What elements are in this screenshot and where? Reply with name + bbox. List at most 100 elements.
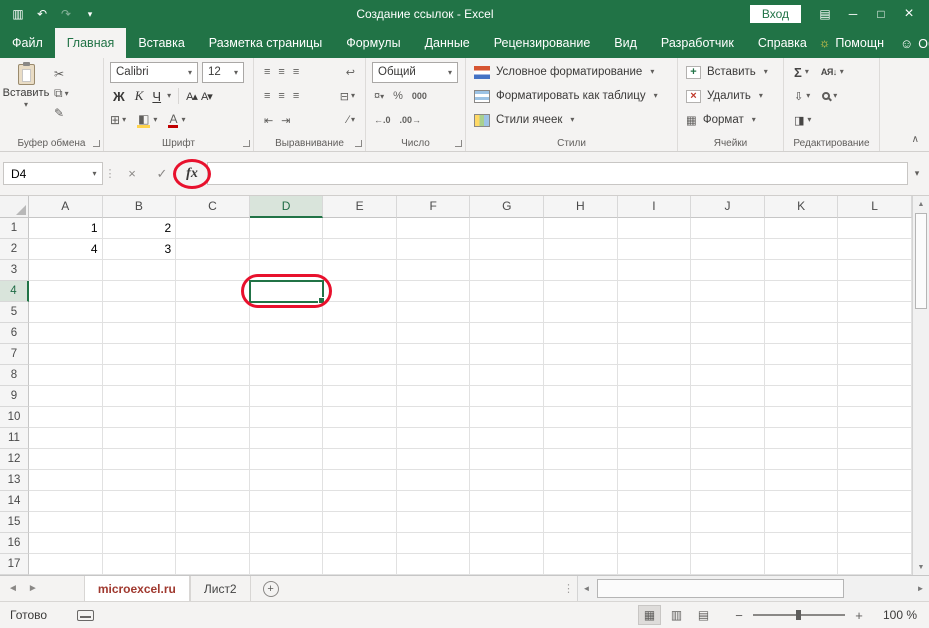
cell-E4[interactable] (323, 281, 397, 302)
row-header-2[interactable]: 2 (0, 239, 29, 260)
dialog-launcher-icon[interactable] (243, 140, 250, 147)
increase-decimal-button[interactable]: ←.0 (374, 115, 391, 125)
cell-I2[interactable] (617, 239, 692, 260)
row-header-12[interactable]: 12 (0, 449, 29, 470)
cell-F7[interactable] (396, 344, 471, 365)
cell-C3[interactable] (176, 260, 250, 281)
align-middle-icon[interactable]: ≡ (278, 66, 284, 78)
align-center-icon[interactable]: ≡ (278, 90, 284, 102)
cell-G11[interactable] (470, 428, 545, 449)
cell-F3[interactable] (396, 260, 471, 281)
column-header-B[interactable]: B (102, 196, 177, 218)
cell-G17[interactable] (470, 554, 545, 575)
fill-color-button[interactable]: ◧ ▾ (136, 113, 157, 128)
cell-E3[interactable] (323, 260, 397, 281)
minimize-button[interactable]: ─ (839, 2, 867, 26)
cell-B1[interactable]: 2 (102, 218, 177, 239)
sheet-tab-лист2[interactable]: Лист2 (189, 576, 251, 601)
cell-H4[interactable] (544, 281, 618, 302)
zoom-slider-thumb[interactable] (796, 610, 802, 620)
cell-F4[interactable] (396, 281, 471, 302)
sheet-grid[interactable]: ABCDEFGHIJKL 1 1 2 2 4 3 3 4 5 6 7 8 9 10 11 12 13 14 15 16… (0, 196, 912, 575)
column-header-F[interactable]: F (396, 196, 471, 218)
conditional-formatting-button[interactable]: Условное форматирование ▾ (468, 60, 675, 84)
cell-G7[interactable] (470, 344, 545, 365)
increase-indent-icon[interactable]: ⇥ (281, 114, 290, 127)
cell-G9[interactable] (470, 386, 545, 407)
horizontal-scrollbar[interactable]: ◄ ► (577, 576, 929, 601)
scroll-left-icon[interactable]: ◄ (578, 584, 595, 593)
cell-G14[interactable] (470, 491, 545, 512)
borders-button[interactable]: ⊞ ▾ (110, 113, 126, 127)
view-page-layout-button[interactable]: ▥ (665, 605, 688, 625)
row-header-4[interactable]: 4 (0, 281, 29, 302)
cell-J2[interactable] (691, 239, 765, 260)
cell-B2[interactable]: 3 (102, 239, 177, 260)
cell-D14[interactable] (249, 491, 324, 512)
copy-button[interactable]: ⧉ ▾ (54, 86, 69, 101)
font-color-button[interactable]: А ▾ (167, 113, 185, 128)
column-header-I[interactable]: I (617, 196, 692, 218)
view-page-break-button[interactable]: ▤ (692, 605, 715, 625)
cell-F17[interactable] (396, 554, 471, 575)
align-top-icon[interactable]: ≡ (264, 66, 270, 78)
orientation-button[interactable]: ∕ ▾ (347, 114, 355, 126)
cell-I7[interactable] (617, 344, 692, 365)
sign-in-button[interactable]: Вход (749, 5, 801, 23)
cell-F16[interactable] (396, 533, 471, 554)
sort-filter-button[interactable]: АЯ↓ ▾ (821, 67, 844, 77)
align-bottom-icon[interactable]: ≡ (293, 66, 299, 78)
cell-C13[interactable] (176, 470, 250, 491)
cell-L17[interactable] (838, 554, 912, 575)
column-header-E[interactable]: E (323, 196, 397, 218)
cell-J17[interactable] (691, 554, 765, 575)
cell-E5[interactable] (323, 302, 397, 323)
insert-cells-button[interactable]: + Вставить ▾ (680, 60, 781, 84)
cell-A15[interactable] (29, 512, 103, 533)
cell-H8[interactable] (544, 365, 618, 386)
cell-F5[interactable] (396, 302, 471, 323)
cell-F1[interactable] (396, 218, 471, 239)
scroll-right-icon[interactable]: ► (912, 584, 929, 593)
zoom-in-button[interactable]: + (853, 608, 865, 623)
cell-H16[interactable] (544, 533, 618, 554)
cell-B14[interactable] (102, 491, 177, 512)
new-sheet-button[interactable]: + (251, 576, 291, 601)
cancel-button[interactable]: × (117, 162, 147, 186)
cell-K6[interactable] (764, 323, 839, 344)
cell-B11[interactable] (102, 428, 177, 449)
cell-L13[interactable] (838, 470, 912, 491)
cell-K16[interactable] (764, 533, 839, 554)
cell-E11[interactable] (323, 428, 397, 449)
cell-I4[interactable] (617, 281, 692, 302)
decrease-decimal-button[interactable]: .00→ (400, 115, 422, 125)
row-header-7[interactable]: 7 (0, 344, 29, 365)
tab-review[interactable]: Рецензирование (482, 28, 603, 58)
cell-J14[interactable] (691, 491, 765, 512)
cell-K10[interactable] (764, 407, 839, 428)
column-header-J[interactable]: J (691, 196, 765, 218)
cell-A12[interactable] (29, 449, 103, 470)
cell-F11[interactable] (396, 428, 471, 449)
cell-E10[interactable] (323, 407, 397, 428)
cell-C12[interactable] (176, 449, 250, 470)
cell-B10[interactable] (102, 407, 177, 428)
cell-D12[interactable] (249, 449, 324, 470)
row-header-5[interactable]: 5 (0, 302, 29, 323)
select-all-corner[interactable] (0, 196, 29, 218)
assistant-button[interactable]: ☼ Помощн (819, 36, 884, 50)
cell-B12[interactable] (102, 449, 177, 470)
cell-A14[interactable] (29, 491, 103, 512)
scroll-up-icon[interactable]: ▲ (913, 196, 929, 212)
cell-G4[interactable] (470, 281, 545, 302)
cell-J6[interactable] (691, 323, 765, 344)
cell-K2[interactable] (764, 239, 839, 260)
tab-file[interactable]: Файл (0, 28, 55, 58)
cell-L3[interactable] (838, 260, 912, 281)
formula-bar-splitter[interactable]: ⋮ (103, 167, 117, 180)
cell-C6[interactable] (176, 323, 250, 344)
cell-H14[interactable] (544, 491, 618, 512)
cell-K14[interactable] (764, 491, 839, 512)
cell-L16[interactable] (838, 533, 912, 554)
cell-B6[interactable] (102, 323, 177, 344)
